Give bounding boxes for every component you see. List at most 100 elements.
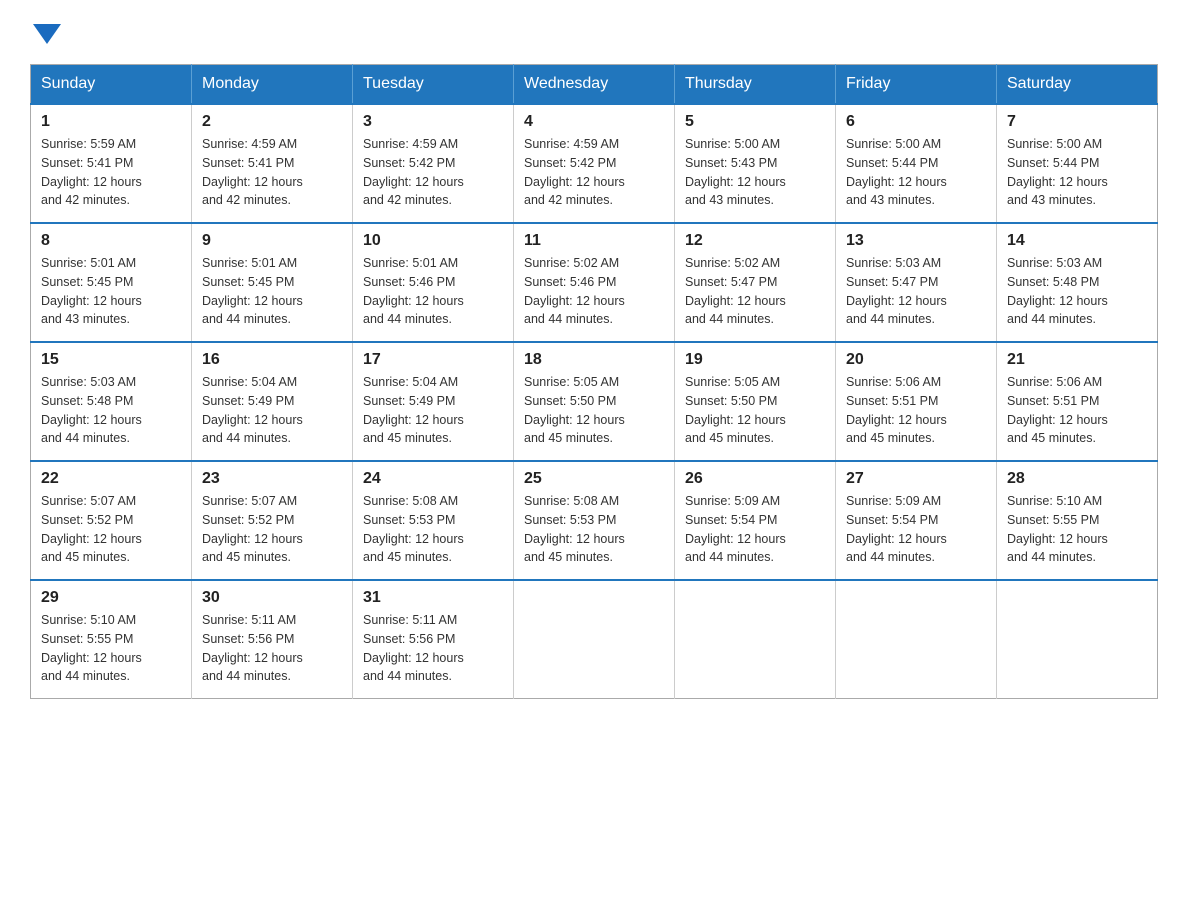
day-info: Sunrise: 5:06 AMSunset: 5:51 PMDaylight:… xyxy=(1007,373,1147,448)
calendar-header-row: SundayMondayTuesdayWednesdayThursdayFrid… xyxy=(31,65,1158,105)
day-number: 8 xyxy=(41,232,181,250)
day-info: Sunrise: 5:08 AMSunset: 5:53 PMDaylight:… xyxy=(524,492,664,567)
column-header-thursday: Thursday xyxy=(675,65,836,105)
day-number: 23 xyxy=(202,470,342,488)
calendar-day: 14 Sunrise: 5:03 AMSunset: 5:48 PMDaylig… xyxy=(997,223,1158,342)
page-header xyxy=(30,20,1158,44)
day-info: Sunrise: 5:59 AMSunset: 5:41 PMDaylight:… xyxy=(41,135,181,210)
calendar-day: 13 Sunrise: 5:03 AMSunset: 5:47 PMDaylig… xyxy=(836,223,997,342)
calendar-day: 28 Sunrise: 5:10 AMSunset: 5:55 PMDaylig… xyxy=(997,461,1158,580)
calendar-day: 3 Sunrise: 4:59 AMSunset: 5:42 PMDayligh… xyxy=(353,104,514,223)
day-number: 25 xyxy=(524,470,664,488)
calendar-day: 29 Sunrise: 5:10 AMSunset: 5:55 PMDaylig… xyxy=(31,580,192,699)
calendar-day: 23 Sunrise: 5:07 AMSunset: 5:52 PMDaylig… xyxy=(192,461,353,580)
column-header-sunday: Sunday xyxy=(31,65,192,105)
day-number: 19 xyxy=(685,351,825,369)
day-info: Sunrise: 5:02 AMSunset: 5:46 PMDaylight:… xyxy=(524,254,664,329)
day-number: 18 xyxy=(524,351,664,369)
day-number: 20 xyxy=(846,351,986,369)
day-number: 24 xyxy=(363,470,503,488)
calendar-day: 18 Sunrise: 5:05 AMSunset: 5:50 PMDaylig… xyxy=(514,342,675,461)
day-number: 6 xyxy=(846,113,986,131)
calendar-day: 9 Sunrise: 5:01 AMSunset: 5:45 PMDayligh… xyxy=(192,223,353,342)
calendar-week-4: 22 Sunrise: 5:07 AMSunset: 5:52 PMDaylig… xyxy=(31,461,1158,580)
column-header-saturday: Saturday xyxy=(997,65,1158,105)
day-info: Sunrise: 5:11 AMSunset: 5:56 PMDaylight:… xyxy=(202,611,342,686)
calendar-day: 27 Sunrise: 5:09 AMSunset: 5:54 PMDaylig… xyxy=(836,461,997,580)
column-header-friday: Friday xyxy=(836,65,997,105)
day-info: Sunrise: 5:07 AMSunset: 5:52 PMDaylight:… xyxy=(202,492,342,567)
day-number: 15 xyxy=(41,351,181,369)
day-info: Sunrise: 5:05 AMSunset: 5:50 PMDaylight:… xyxy=(685,373,825,448)
calendar-day: 8 Sunrise: 5:01 AMSunset: 5:45 PMDayligh… xyxy=(31,223,192,342)
calendar-day: 2 Sunrise: 4:59 AMSunset: 5:41 PMDayligh… xyxy=(192,104,353,223)
day-info: Sunrise: 5:09 AMSunset: 5:54 PMDaylight:… xyxy=(685,492,825,567)
day-info: Sunrise: 5:04 AMSunset: 5:49 PMDaylight:… xyxy=(363,373,503,448)
calendar-day xyxy=(836,580,997,699)
day-info: Sunrise: 5:10 AMSunset: 5:55 PMDaylight:… xyxy=(41,611,181,686)
day-number: 14 xyxy=(1007,232,1147,250)
day-number: 12 xyxy=(685,232,825,250)
logo-triangle-icon xyxy=(33,24,61,44)
calendar-day: 5 Sunrise: 5:00 AMSunset: 5:43 PMDayligh… xyxy=(675,104,836,223)
calendar-day: 17 Sunrise: 5:04 AMSunset: 5:49 PMDaylig… xyxy=(353,342,514,461)
calendar-day: 22 Sunrise: 5:07 AMSunset: 5:52 PMDaylig… xyxy=(31,461,192,580)
day-number: 4 xyxy=(524,113,664,131)
day-number: 16 xyxy=(202,351,342,369)
calendar-day: 20 Sunrise: 5:06 AMSunset: 5:51 PMDaylig… xyxy=(836,342,997,461)
calendar-table: SundayMondayTuesdayWednesdayThursdayFrid… xyxy=(30,64,1158,699)
day-number: 30 xyxy=(202,589,342,607)
day-info: Sunrise: 5:01 AMSunset: 5:45 PMDaylight:… xyxy=(202,254,342,329)
calendar-day xyxy=(675,580,836,699)
day-number: 11 xyxy=(524,232,664,250)
day-number: 10 xyxy=(363,232,503,250)
calendar-day: 16 Sunrise: 5:04 AMSunset: 5:49 PMDaylig… xyxy=(192,342,353,461)
day-info: Sunrise: 5:07 AMSunset: 5:52 PMDaylight:… xyxy=(41,492,181,567)
calendar-day: 7 Sunrise: 5:00 AMSunset: 5:44 PMDayligh… xyxy=(997,104,1158,223)
day-number: 7 xyxy=(1007,113,1147,131)
calendar-day xyxy=(514,580,675,699)
day-info: Sunrise: 4:59 AMSunset: 5:42 PMDaylight:… xyxy=(363,135,503,210)
calendar-day: 30 Sunrise: 5:11 AMSunset: 5:56 PMDaylig… xyxy=(192,580,353,699)
calendar-day: 15 Sunrise: 5:03 AMSunset: 5:48 PMDaylig… xyxy=(31,342,192,461)
day-number: 28 xyxy=(1007,470,1147,488)
calendar-day: 11 Sunrise: 5:02 AMSunset: 5:46 PMDaylig… xyxy=(514,223,675,342)
day-info: Sunrise: 5:00 AMSunset: 5:44 PMDaylight:… xyxy=(1007,135,1147,210)
day-info: Sunrise: 5:04 AMSunset: 5:49 PMDaylight:… xyxy=(202,373,342,448)
day-number: 5 xyxy=(685,113,825,131)
day-number: 26 xyxy=(685,470,825,488)
calendar-day: 24 Sunrise: 5:08 AMSunset: 5:53 PMDaylig… xyxy=(353,461,514,580)
day-info: Sunrise: 5:01 AMSunset: 5:46 PMDaylight:… xyxy=(363,254,503,329)
day-number: 29 xyxy=(41,589,181,607)
day-info: Sunrise: 5:11 AMSunset: 5:56 PMDaylight:… xyxy=(363,611,503,686)
day-number: 13 xyxy=(846,232,986,250)
calendar-day: 31 Sunrise: 5:11 AMSunset: 5:56 PMDaylig… xyxy=(353,580,514,699)
day-number: 21 xyxy=(1007,351,1147,369)
calendar-day: 4 Sunrise: 4:59 AMSunset: 5:42 PMDayligh… xyxy=(514,104,675,223)
column-header-tuesday: Tuesday xyxy=(353,65,514,105)
day-info: Sunrise: 5:08 AMSunset: 5:53 PMDaylight:… xyxy=(363,492,503,567)
day-number: 1 xyxy=(41,113,181,131)
calendar-day: 1 Sunrise: 5:59 AMSunset: 5:41 PMDayligh… xyxy=(31,104,192,223)
calendar-week-2: 8 Sunrise: 5:01 AMSunset: 5:45 PMDayligh… xyxy=(31,223,1158,342)
calendar-day: 21 Sunrise: 5:06 AMSunset: 5:51 PMDaylig… xyxy=(997,342,1158,461)
day-info: Sunrise: 5:00 AMSunset: 5:44 PMDaylight:… xyxy=(846,135,986,210)
day-info: Sunrise: 5:02 AMSunset: 5:47 PMDaylight:… xyxy=(685,254,825,329)
logo xyxy=(30,20,61,44)
day-info: Sunrise: 5:10 AMSunset: 5:55 PMDaylight:… xyxy=(1007,492,1147,567)
day-info: Sunrise: 5:03 AMSunset: 5:48 PMDaylight:… xyxy=(1007,254,1147,329)
calendar-week-5: 29 Sunrise: 5:10 AMSunset: 5:55 PMDaylig… xyxy=(31,580,1158,699)
day-number: 2 xyxy=(202,113,342,131)
day-info: Sunrise: 5:00 AMSunset: 5:43 PMDaylight:… xyxy=(685,135,825,210)
day-number: 22 xyxy=(41,470,181,488)
calendar-day: 25 Sunrise: 5:08 AMSunset: 5:53 PMDaylig… xyxy=(514,461,675,580)
day-info: Sunrise: 5:06 AMSunset: 5:51 PMDaylight:… xyxy=(846,373,986,448)
day-number: 27 xyxy=(846,470,986,488)
calendar-day xyxy=(997,580,1158,699)
calendar-day: 19 Sunrise: 5:05 AMSunset: 5:50 PMDaylig… xyxy=(675,342,836,461)
day-info: Sunrise: 5:01 AMSunset: 5:45 PMDaylight:… xyxy=(41,254,181,329)
day-number: 3 xyxy=(363,113,503,131)
day-info: Sunrise: 4:59 AMSunset: 5:41 PMDaylight:… xyxy=(202,135,342,210)
calendar-day: 12 Sunrise: 5:02 AMSunset: 5:47 PMDaylig… xyxy=(675,223,836,342)
calendar-day: 26 Sunrise: 5:09 AMSunset: 5:54 PMDaylig… xyxy=(675,461,836,580)
